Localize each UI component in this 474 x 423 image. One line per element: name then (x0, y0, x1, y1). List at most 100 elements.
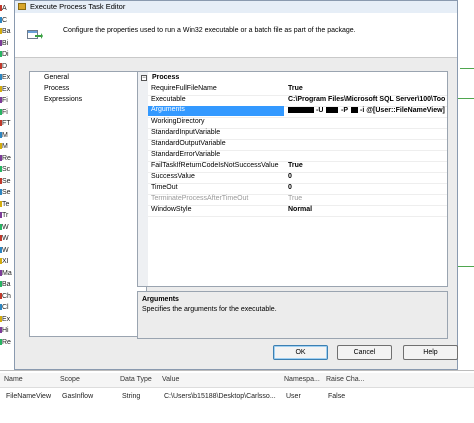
argument-part: -U (316, 107, 324, 114)
toolbox-item-label: Hi (2, 327, 9, 334)
toolbox-item-icon (0, 166, 2, 172)
property-name: WindowStyle (151, 206, 192, 213)
toolbox-item-icon (0, 200, 2, 207)
header-banner: Configure the properties used to run a W… (15, 13, 457, 58)
toolbox-item-icon (0, 16, 2, 23)
nav-item-general[interactable]: General (44, 74, 69, 81)
toolbox-item-icon (0, 97, 2, 103)
toolbox-item-icon (0, 62, 2, 69)
description-panel: Arguments Specifies the arguments for th… (137, 291, 448, 339)
toolbox-item-icon (0, 39, 2, 46)
property-name: Arguments (148, 106, 284, 116)
property-value[interactable]: True (288, 85, 303, 92)
grid-gutter (138, 72, 148, 286)
column-header-namespace[interactable]: Namespa... (284, 376, 320, 383)
toolbox-item-label: Bi (2, 39, 9, 47)
property-name: SuccessValue (151, 173, 195, 180)
toolbox-item-icon (0, 143, 2, 149)
property-value[interactable]: 0 (288, 173, 292, 180)
variable-scope-cell[interactable]: GasInflow (62, 393, 93, 400)
column-header-raise-change[interactable]: Raise Cha... (326, 376, 365, 383)
redacted-text (326, 107, 338, 113)
toolbox-item-label: M (2, 131, 8, 139)
description-title: Arguments (142, 296, 179, 303)
column-header-value[interactable]: Value (162, 376, 179, 383)
toolbox-item-icon (0, 108, 2, 115)
redacted-text (288, 107, 314, 113)
toolbox-item-icon (0, 131, 2, 138)
connector-line (458, 98, 474, 99)
toolbox-item-icon (0, 28, 2, 34)
category-label: Process (152, 74, 180, 81)
connector-line (458, 266, 474, 267)
toolbox-item-label: Ex (2, 85, 11, 93)
toolbox-item-label: Re (2, 338, 11, 346)
property-row[interactable]: WindowStyle Normal (148, 205, 447, 217)
collapse-icon[interactable]: − (141, 75, 147, 81)
nav-item-expressions[interactable]: Expressions (44, 96, 82, 103)
toolbox-item-icon (0, 338, 2, 345)
toolbox-item-label: Te (2, 200, 10, 208)
toolbox-item-icon (0, 212, 2, 218)
variable-value-cell[interactable]: C:\Users\b15188\Desktop\Carlsso... (164, 393, 276, 400)
toolbox-item-label: M (2, 143, 8, 150)
toolbox-item-icon (0, 177, 2, 184)
property-name: StandardErrorVariable (151, 151, 221, 158)
variable-name-cell[interactable]: FileNameView (6, 393, 51, 400)
toolbox-item-label: Re (2, 154, 11, 162)
description-text: Specifies the arguments for the executab… (142, 306, 277, 313)
execute-process-icon (27, 30, 43, 39)
toolbox-item-icon (0, 235, 2, 241)
toolbox-item-icon (0, 154, 2, 161)
property-value[interactable]: 0 (288, 184, 292, 191)
property-value[interactable]: True (288, 162, 303, 169)
toolbox-item-label: Ch (2, 292, 11, 300)
toolbox-item-label: Ba (2, 281, 11, 288)
category-row-process[interactable]: − Process (138, 73, 447, 84)
column-header-scope[interactable]: Scope (60, 376, 80, 383)
toolbox-item-icon (0, 281, 2, 287)
variables-header-row: Name Scope Data Type Value Namespa... Ra… (0, 373, 474, 388)
help-button[interactable]: Help (403, 345, 458, 360)
variable-raise-change-cell[interactable]: False (328, 393, 345, 400)
toolbox-item-label: Ma (2, 269, 12, 277)
ok-button[interactable]: OK (273, 345, 328, 360)
argument-part: -P (341, 107, 348, 114)
toolbox-item-icon (0, 327, 2, 333)
column-header-name[interactable]: Name (4, 376, 23, 383)
toolbox-item-icon (0, 304, 2, 310)
toolbox-item-icon (0, 51, 2, 57)
toolbox-item-label: Ex (2, 315, 11, 323)
toolbox-item-icon (0, 85, 2, 92)
toolbox-item-icon (0, 189, 2, 195)
execute-process-task-editor-dialog: Execute Process Task Editor Configure th… (14, 0, 458, 370)
toolbox-item-icon (0, 223, 2, 230)
toolbox-item-label: Ex (2, 74, 11, 81)
toolbox-item-icon (0, 74, 2, 80)
toolbox-item-label: W (2, 246, 9, 254)
property-name: StandardInputVariable (151, 129, 221, 136)
banner-description: Configure the properties used to run a W… (63, 27, 356, 34)
property-name: Executable (151, 96, 186, 103)
toolbox-item-label: Fi (2, 97, 8, 104)
toolbox-item-icon (0, 120, 2, 126)
toolbox-item-icon (0, 315, 2, 322)
property-name: RequireFullFileName (151, 85, 217, 92)
toolbox-item-label: C (2, 16, 8, 24)
nav-item-process[interactable]: Process (44, 85, 69, 92)
dialog-title: Execute Process Task Editor (30, 2, 126, 11)
variable-namespace-cell[interactable]: User (286, 393, 301, 400)
property-grid: − Process RequireFullFileName True Execu… (137, 71, 448, 287)
property-name: TerminateProcessAfterTimeOut (151, 195, 249, 202)
property-value[interactable]: Normal (288, 206, 312, 213)
variable-type-cell[interactable]: String (122, 393, 140, 400)
toolbox-item-label: W (2, 223, 9, 231)
property-name: FailTaskIfReturnCodeIsNotSuccessValue (151, 162, 279, 169)
toolbox-item-label: Tr (2, 212, 9, 219)
property-value[interactable]: C:\Program Files\Microsoft SQL Server\10… (288, 96, 445, 103)
toolbox-item-label: Cl (2, 304, 9, 311)
cancel-button[interactable]: Cancel (337, 345, 392, 360)
column-header-data-type[interactable]: Data Type (120, 376, 152, 383)
toolbox-item-label: D (2, 62, 8, 70)
toolbox-item-icon (0, 246, 2, 253)
